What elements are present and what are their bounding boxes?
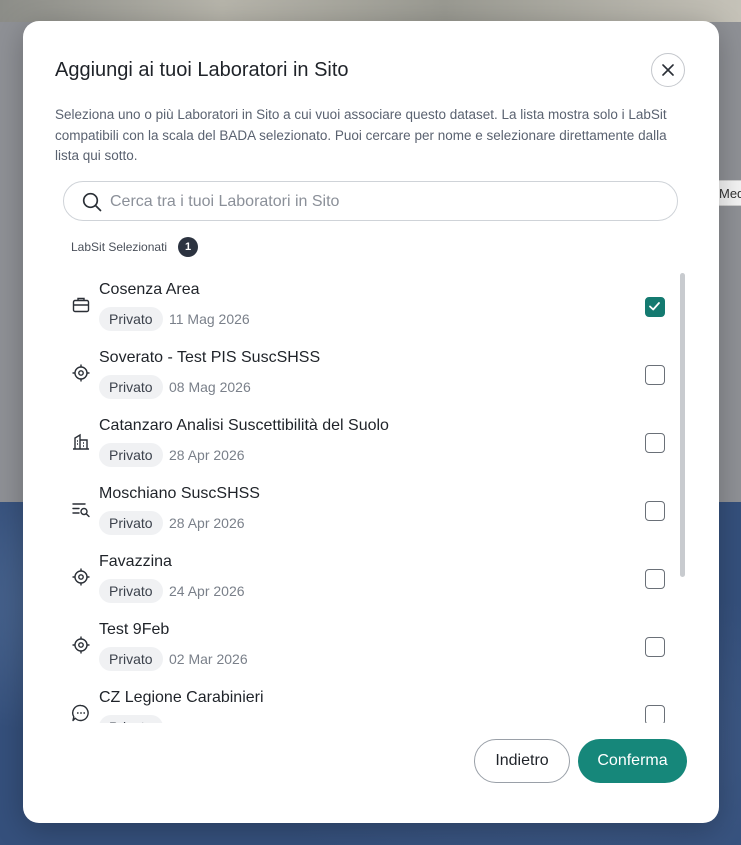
item-date: 02 Mar 2026 xyxy=(169,651,248,667)
list-search-icon xyxy=(72,503,90,518)
close-icon xyxy=(662,64,674,76)
target-icon xyxy=(72,636,90,654)
item-checkbox[interactable] xyxy=(645,705,665,723)
visibility-tag: Privato xyxy=(99,443,163,467)
item-name: Catanzaro Analisi Suscettibilità del Suo… xyxy=(99,417,389,434)
item-name: Moschiano SuscSHSS xyxy=(99,485,260,502)
item-checkbox[interactable] xyxy=(645,365,665,385)
target-icon xyxy=(72,568,90,586)
visibility-tag: Privato xyxy=(99,307,163,331)
dialog-description: Seleziona uno o più Laboratori in Sito a… xyxy=(55,107,667,163)
item-checkbox[interactable] xyxy=(645,297,665,317)
list-item[interactable]: CZ Legione Carabinieri Privato xyxy=(23,677,719,723)
list-scrollbar[interactable] xyxy=(680,273,685,577)
target-icon xyxy=(72,364,90,382)
labsit-list[interactable]: Cosenza Area Privato 11 Mag 2026 Soverat… xyxy=(23,269,719,723)
item-date: 28 Apr 2026 xyxy=(169,515,245,531)
labsit-dialog: Aggiungi ai tuoi Laboratori in Sito Sele… xyxy=(23,21,719,823)
item-checkbox[interactable] xyxy=(645,501,665,521)
selected-count-badge: 1 xyxy=(178,237,198,257)
item-checkbox[interactable] xyxy=(645,569,665,589)
item-name: Test 9Feb xyxy=(99,621,170,638)
list-item[interactable]: Test 9Feb Privato 02 Mar 2026 xyxy=(23,609,719,677)
list-item[interactable]: Moschiano SuscSHSS Privato 28 Apr 2026 xyxy=(23,473,719,541)
visibility-tag: Privato xyxy=(99,647,163,671)
chat-icon xyxy=(72,704,89,722)
visibility-tag: Privato xyxy=(99,579,163,603)
item-date: 11 Mag 2026 xyxy=(169,311,250,327)
visibility-tag: Privato xyxy=(99,511,163,535)
confirm-button[interactable]: Conferma xyxy=(578,739,687,783)
search-box[interactable] xyxy=(63,181,678,221)
backdrop-top xyxy=(0,0,741,22)
visibility-tag: Privato xyxy=(99,375,163,399)
list-item[interactable]: Catanzaro Analisi Suscettibilità del Suo… xyxy=(23,405,719,473)
close-button[interactable] xyxy=(651,53,685,87)
item-date: 28 Apr 2026 xyxy=(169,447,245,463)
item-name: CZ Legione Carabinieri xyxy=(99,689,264,706)
building-icon xyxy=(73,433,89,450)
item-name: Cosenza Area xyxy=(99,281,200,298)
item-date: 24 Apr 2026 xyxy=(169,583,245,599)
back-button[interactable]: Indietro xyxy=(474,739,570,783)
item-checkbox[interactable] xyxy=(645,433,665,453)
list-item[interactable]: Cosenza Area Privato 11 Mag 2026 xyxy=(23,269,719,337)
list-item[interactable]: Favazzina Privato 24 Apr 2026 xyxy=(23,541,719,609)
list-item[interactable]: Soverato - Test PIS SuscSHSS Privato 08 … xyxy=(23,337,719,405)
dialog-title: Aggiungi ai tuoi Laboratori in Sito xyxy=(55,59,349,81)
briefcase-icon xyxy=(72,297,90,313)
search-icon xyxy=(82,192,102,212)
item-checkbox[interactable] xyxy=(645,637,665,657)
visibility-tag: Privato xyxy=(99,715,163,723)
item-name: Favazzina xyxy=(99,553,172,570)
search-input[interactable] xyxy=(108,188,652,216)
check-icon xyxy=(649,302,660,311)
item-name: Soverato - Test PIS SuscSHSS xyxy=(99,349,321,366)
item-date: 08 Mag 2026 xyxy=(169,379,251,395)
selected-label: LabSit Selezionati xyxy=(71,240,168,254)
